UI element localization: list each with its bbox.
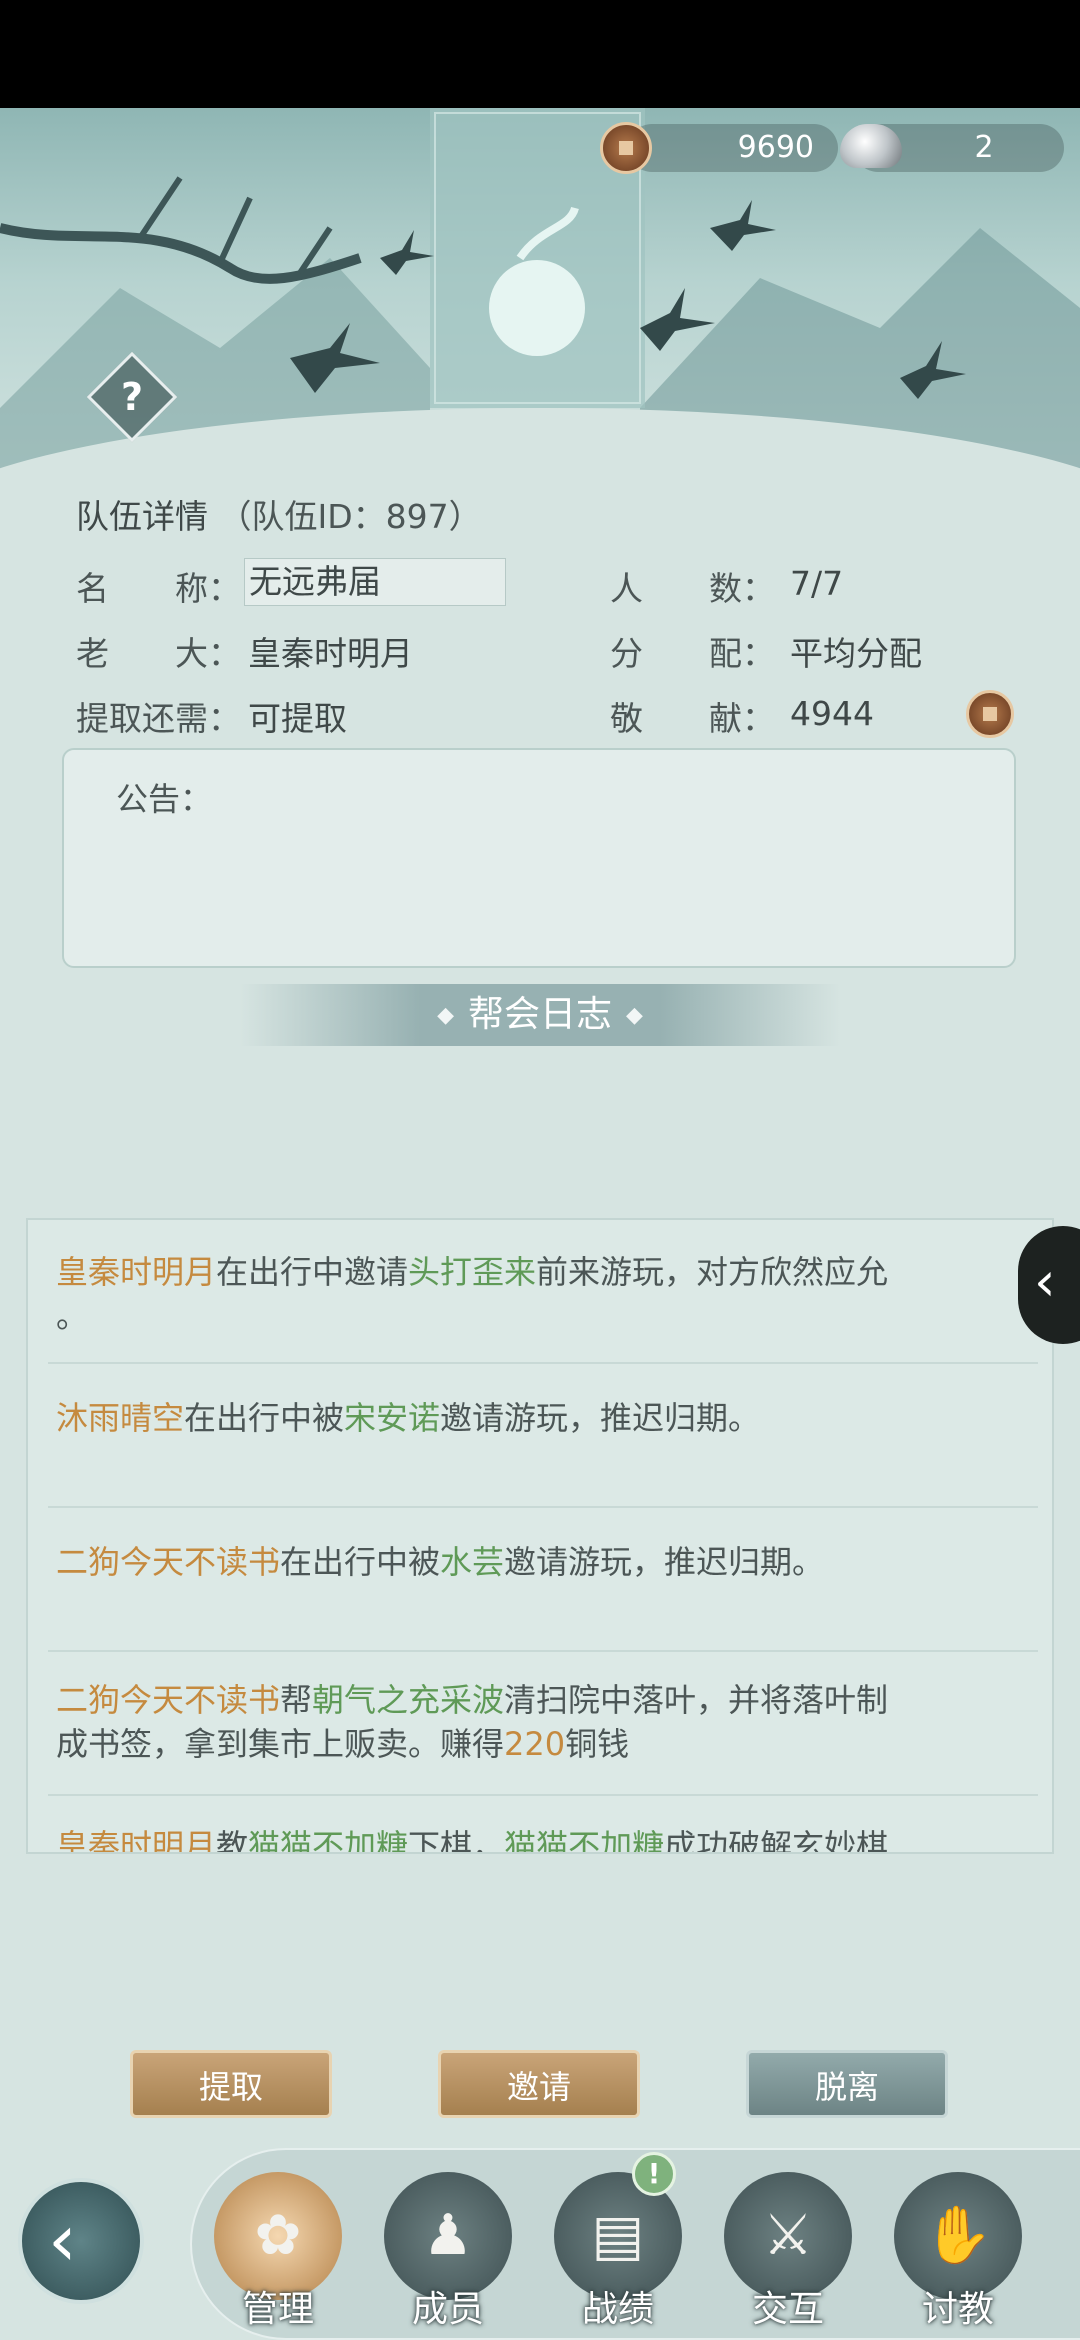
copper-coin-icon (966, 690, 1014, 738)
player-name: 猫猫不加糖 (504, 1827, 665, 1854)
side-collapse-tab[interactable]: ‹ (1018, 1226, 1080, 1344)
name-label: 名 称： (76, 569, 241, 608)
divider (48, 1650, 1038, 1652)
log-text: 在出行中被 (184, 1399, 345, 1437)
nav-interact-label: 交互 (751, 2289, 824, 2330)
log-text: 。 (56, 1297, 89, 1335)
log-text: 下棋， (408, 1827, 505, 1854)
members-label: 人 数： (610, 569, 775, 608)
player-name: 朝气之充采波 (312, 1681, 505, 1719)
contribution-label: 敬 献： (610, 699, 775, 738)
nav-records-label: 战绩 (581, 2289, 654, 2330)
silver-ingot-icon (840, 124, 902, 168)
log-text: 成书签，拿到集市上贩卖。赚得 (56, 1725, 505, 1763)
nav-members-label: 成员 (411, 2289, 484, 2330)
list-item: 二狗今天不读书帮朝气之充采波清扫院中落叶，并将落叶制成书签，拿到集市上贩卖。赚得… (56, 1678, 1016, 1766)
log-text: 教 (216, 1827, 249, 1854)
divider (48, 1362, 1038, 1364)
log-text: 成功破解玄妙棋 (664, 1827, 889, 1854)
boss-value: 皇秦时明月 (248, 634, 413, 673)
status-bar (0, 0, 1080, 108)
team-details-title: 队伍详情 （队伍ID：897） (76, 490, 482, 538)
distribute-value: 平均分配 (790, 634, 922, 673)
nav-records[interactable]: ▤ 战绩 (552, 2172, 684, 2332)
log-text: 铜钱 (565, 1725, 630, 1763)
player-name: 沐雨晴空 (56, 1399, 185, 1437)
list-item: 沐雨晴空在出行中被宋安诺邀请游玩，推迟归期。 (56, 1396, 1016, 1440)
question-icon: ? (120, 375, 144, 419)
chevron-left-icon: ‹ (1034, 1250, 1056, 1313)
guild-log-title: ◆ 帮会日志 ◆ (240, 984, 840, 1046)
player-name: 二狗今天不读书 (56, 1681, 281, 1719)
header-banner: 9690 2 (0, 108, 1080, 498)
log-text: 在出行中邀请 (216, 1253, 409, 1291)
members-value: 7/7 (790, 564, 844, 603)
alert-badge: ! (632, 2152, 676, 2196)
player-name: 水芸 (440, 1543, 505, 1581)
notice-panel[interactable]: 公告： (62, 748, 1016, 968)
divider (48, 1794, 1038, 1796)
diamond-icon: ◆ (437, 1003, 454, 1028)
contribution-value: 4944 (790, 694, 874, 733)
list-item: 二狗今天不读书在出行中被水芸邀请游玩，推迟归期。 (56, 1540, 1016, 1584)
log-text: 邀请游玩，推迟归期。 (440, 1399, 761, 1437)
nav-teach-label: 讨教 (921, 2289, 994, 2330)
diamond-icon: ◆ (626, 1003, 643, 1028)
nav-teach[interactable]: ✋ 讨教 (892, 2172, 1024, 2332)
list-item: 皇秦时明月教猫猫不加糖下棋，猫猫不加糖成功破解玄妙棋 (56, 1824, 1016, 1854)
team-id: （队伍ID：897） (218, 497, 482, 536)
team-title: 队伍详情 (76, 497, 208, 536)
log-text: 前来游玩，对方欣然应允 (536, 1253, 889, 1291)
log-text: 清扫院中落叶，并将落叶制 (504, 1681, 889, 1719)
withdraw-label: 提取还需： (76, 699, 241, 738)
log-text: 帮 (280, 1681, 313, 1719)
silver-amount: 2 (974, 130, 994, 165)
player-name: 猫猫不加糖 (248, 1827, 409, 1854)
leave-button[interactable]: 脱离 (746, 2050, 948, 2118)
nav-manage[interactable]: ✿ 管理 (212, 2172, 344, 2332)
list-item: 皇秦时明月在出行中邀请头打歪来前来游玩，对方欣然应允。 (56, 1250, 1016, 1338)
player-name: 头打歪来 (408, 1253, 537, 1291)
withdraw-value: 可提取 (248, 699, 347, 738)
copper-counter: 9690 (628, 124, 838, 172)
back-button[interactable]: ‹ (18, 2178, 144, 2304)
boss-label: 老 大： (76, 634, 241, 673)
nav-manage-label: 管理 (241, 2289, 314, 2330)
chevron-left-icon: ‹ (48, 2198, 77, 2282)
team-name-field[interactable]: 无远弗届 (244, 558, 506, 606)
player-name: 皇秦时明月 (56, 1253, 217, 1291)
distribute-label: 分 配： (610, 634, 775, 673)
log-text: 邀请游玩，推迟归期。 (504, 1543, 825, 1581)
notice-label: 公告： (116, 780, 213, 818)
nav-members[interactable]: ♟ 成员 (382, 2172, 514, 2332)
copper-amount: 9690 (737, 130, 814, 165)
invite-button[interactable]: 邀请 (438, 2050, 640, 2118)
divider (48, 1506, 1038, 1508)
copper-coin-icon (600, 122, 652, 174)
nav-interact[interactable]: ⚔ 交互 (722, 2172, 854, 2332)
guild-log-list[interactable]: 皇秦时明月在出行中邀请头打歪来前来游玩，对方欣然应允。 沐雨晴空在出行中被宋安诺… (26, 1218, 1054, 1854)
copper-earned: 220 (504, 1725, 566, 1763)
log-text: 在出行中被 (280, 1543, 441, 1581)
player-name: 皇秦时明月 (56, 1827, 217, 1854)
guild-log-title-text: 帮会日志 (467, 994, 612, 1035)
player-name: 宋安诺 (344, 1399, 441, 1437)
player-name: 二狗今天不读书 (56, 1543, 281, 1581)
withdraw-button[interactable]: 提取 (130, 2050, 332, 2118)
